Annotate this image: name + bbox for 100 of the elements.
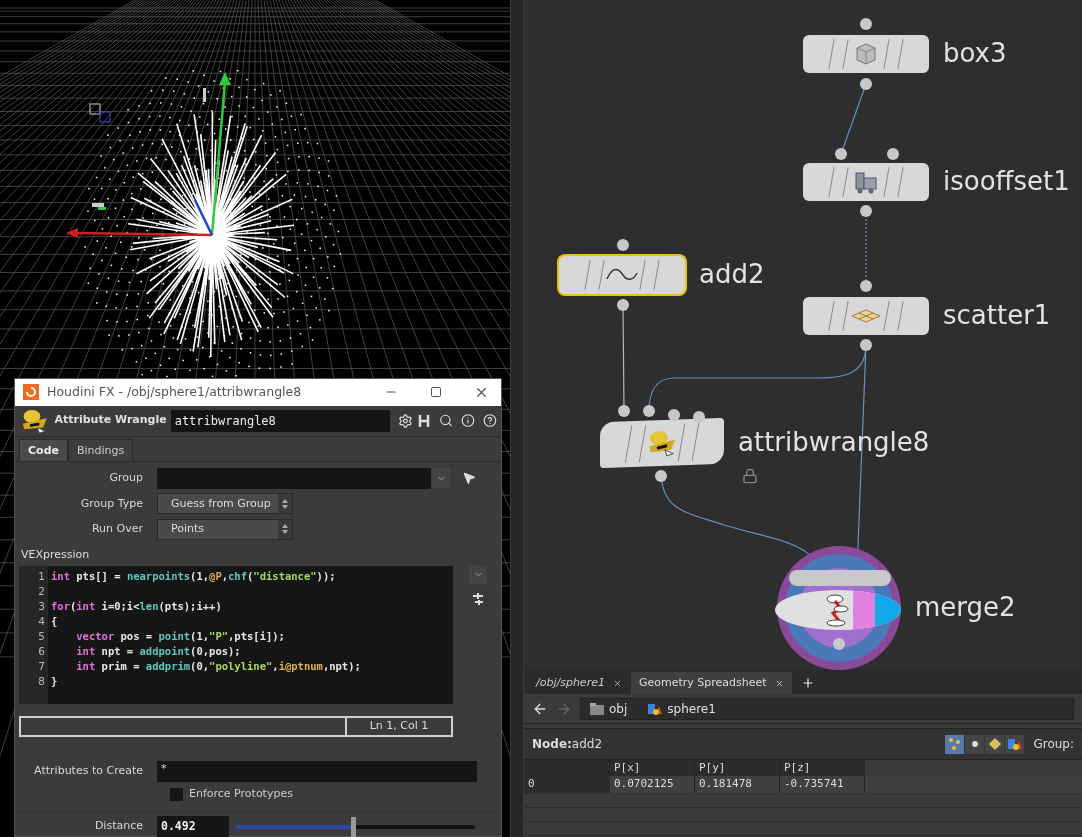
field-label: Group bbox=[108, 470, 144, 487]
line-number: 8 bbox=[38, 673, 45, 689]
close-icon[interactable] bbox=[612, 678, 622, 688]
input-connector[interactable] bbox=[835, 148, 847, 160]
input-bar[interactable] bbox=[789, 570, 891, 586]
row-index: 0 bbox=[524, 776, 610, 793]
folder-icon bbox=[589, 701, 605, 716]
line-number: 4 bbox=[38, 613, 45, 629]
help-icon[interactable] bbox=[483, 413, 497, 429]
table-cell: 0.181478 bbox=[695, 776, 780, 793]
color-stripe bbox=[853, 590, 875, 630]
code-line: } bbox=[51, 673, 59, 689]
code-line: int prim = addprim(0,"polyline",i@ptnum,npt); bbox=[75, 658, 361, 674]
node-tile[interactable] bbox=[803, 163, 929, 201]
tab[interactable]: Code bbox=[19, 439, 68, 462]
expand-icon[interactable] bbox=[471, 591, 485, 606]
mode-button[interactable] bbox=[945, 734, 965, 754]
maximize-icon[interactable] bbox=[430, 386, 442, 399]
code-line: vector pos = point(1,"P",pts[i]); bbox=[75, 628, 286, 644]
add-tab-icon[interactable] bbox=[800, 676, 815, 690]
menu-button[interactable]: Points bbox=[157, 518, 293, 540]
spinner-icon bbox=[278, 519, 292, 539]
cursor-position: Ln 1, Col 1 bbox=[368, 718, 430, 734]
gear-icon[interactable] bbox=[397, 412, 413, 429]
node-label: isooffset1 bbox=[943, 168, 1070, 194]
shapes-icon bbox=[1006, 737, 1023, 751]
checkbox[interactable] bbox=[170, 787, 183, 801]
checkbox-label: Enforce Prototypes bbox=[189, 785, 293, 802]
code-editor[interactable]: 1 2 3 4 5 6 7 8 int pts[] = nearpoints(1,@P,chf("distance")); for(int i=0;i<len(pts);i++) { vector pos = point(1,"P",pts[i]); int npt = addpoint(0,pos); int prim = addprim(0,"polyline",i@ptnum,npt); } bbox=[19, 565, 453, 704]
node-type-label: Attribute Wrangle bbox=[54, 412, 167, 429]
input-connector[interactable] bbox=[860, 280, 872, 292]
search-icon[interactable] bbox=[439, 413, 454, 429]
node-name-label: Node:add2 bbox=[532, 736, 603, 753]
train-icon bbox=[853, 169, 879, 195]
path-segment[interactable]: obj bbox=[589, 699, 640, 718]
field-label: Run Over bbox=[90, 521, 144, 538]
input-connector[interactable] bbox=[860, 18, 872, 30]
column-header[interactable]: P[z] bbox=[780, 760, 865, 776]
spinner-icon bbox=[278, 494, 292, 514]
table-cell: 0.0702125 bbox=[610, 776, 695, 793]
column-header[interactable]: P[x] bbox=[610, 760, 695, 776]
input-connector[interactable] bbox=[693, 411, 705, 423]
node-tile[interactable] bbox=[803, 297, 929, 335]
node-name-field[interactable]: attribwrangle8 bbox=[170, 409, 390, 432]
line-number: 1 bbox=[38, 568, 45, 584]
slider-track[interactable] bbox=[235, 816, 475, 837]
output-connector[interactable] bbox=[860, 339, 872, 351]
code-line: int npt = addpoint(0,pos); bbox=[75, 643, 242, 659]
node-label: box3 bbox=[943, 40, 1007, 66]
tab[interactable]: Bindings bbox=[67, 439, 134, 462]
section-label: VEXpression bbox=[21, 547, 91, 564]
slider-handle[interactable] bbox=[350, 816, 356, 837]
group-label: Group: bbox=[1033, 736, 1074, 753]
output-connector[interactable] bbox=[860, 205, 872, 217]
menu-button[interactable]: Guess from Group bbox=[157, 493, 293, 515]
mode-button[interactable] bbox=[985, 734, 1005, 754]
curve-icon bbox=[605, 267, 639, 283]
line-number: 6 bbox=[38, 643, 45, 659]
line-number: 3 bbox=[38, 598, 45, 614]
node-tile[interactable] bbox=[803, 35, 929, 73]
diamond-icon bbox=[850, 308, 882, 324]
attributes-field[interactable]: * bbox=[157, 761, 477, 783]
shapes-icon bbox=[647, 701, 664, 716]
node-label: attribwrangle8 bbox=[738, 429, 930, 455]
input-connector[interactable] bbox=[887, 148, 899, 160]
code-line: { bbox=[51, 613, 59, 629]
node-label: scatter1 bbox=[943, 302, 1051, 328]
column-header[interactable]: P[y] bbox=[695, 760, 780, 776]
output-connector[interactable] bbox=[655, 470, 667, 482]
mode-button[interactable] bbox=[965, 734, 985, 754]
pane-tab[interactable]: Geometry Spreadsheet bbox=[630, 672, 792, 694]
input-connector[interactable] bbox=[643, 405, 655, 417]
pointer-icon[interactable] bbox=[462, 471, 476, 486]
output-connector[interactable] bbox=[617, 299, 629, 311]
line-number: 7 bbox=[38, 658, 45, 674]
node-tile[interactable] bbox=[559, 256, 685, 294]
field-label: Attributes to Create bbox=[33, 763, 144, 780]
diamond-icon bbox=[987, 737, 1002, 751]
mode-button[interactable] bbox=[1005, 734, 1025, 754]
path-segment[interactable]: sphere1 bbox=[647, 699, 728, 718]
distance-field[interactable]: 0.492 bbox=[157, 816, 229, 837]
info-icon[interactable] bbox=[461, 413, 476, 429]
app-logo-icon bbox=[23, 384, 39, 401]
dot-icon bbox=[970, 740, 979, 748]
h-letter-icon[interactable] bbox=[416, 412, 432, 429]
input-connector[interactable] bbox=[668, 409, 680, 421]
close-icon[interactable] bbox=[774, 678, 784, 688]
node-tile[interactable] bbox=[600, 417, 724, 469]
line-number: 5 bbox=[38, 628, 45, 644]
input-connector[interactable] bbox=[618, 405, 630, 417]
line-number: 2 bbox=[38, 583, 45, 599]
merge-tile[interactable] bbox=[775, 590, 901, 630]
input-connector[interactable] bbox=[617, 239, 629, 251]
field-label: Group Type bbox=[79, 495, 144, 512]
node-label: add2 bbox=[699, 261, 765, 287]
node-label: merge2 bbox=[915, 594, 1016, 620]
cube-icon bbox=[855, 42, 877, 66]
output-connector[interactable] bbox=[860, 78, 872, 90]
group-field[interactable] bbox=[157, 467, 431, 489]
table-cell: -0.735741 bbox=[780, 776, 865, 793]
